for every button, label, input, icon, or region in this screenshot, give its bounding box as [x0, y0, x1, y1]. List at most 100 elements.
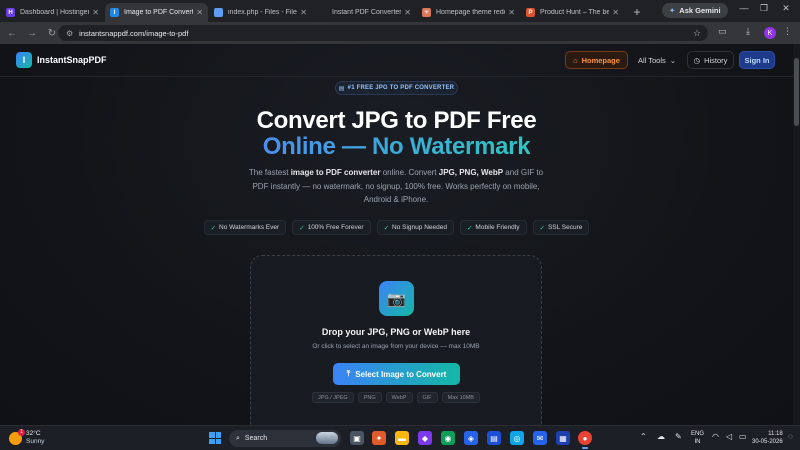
subtitle-bold: image to PDF converter: [290, 168, 381, 177]
notification-icon[interactable]: ◌: [788, 432, 793, 441]
app-launcher-icon[interactable]: ✦: [372, 431, 386, 445]
weather-temp: 32°C: [26, 430, 41, 437]
mail-icon[interactable]: ✉: [533, 431, 547, 445]
minimize-icon[interactable]: —: [733, 3, 755, 13]
homepage-button[interactable]: ⌂ Homepage: [565, 51, 628, 69]
all-tools-dropdown[interactable]: All Tools ⌄: [634, 51, 680, 69]
select-image-button[interactable]: ⤒ Select Image to Convert: [333, 363, 460, 385]
address-bar[interactable]: ⚙ instantsnappdf.com/image-to-pdf ☆: [58, 25, 708, 41]
gemini-icon: ✦: [669, 6, 676, 15]
camera-icon: 📷: [379, 281, 414, 316]
format-tags: JPG / JPEG PNG WebP GIF Max 10MB: [251, 392, 541, 403]
subtitle-bold: JPG, PNG, WebP: [438, 168, 504, 177]
profile-avatar[interactable]: K: [764, 27, 776, 39]
sign-in-button[interactable]: Sign In: [739, 51, 775, 69]
search-highlight-icon: [316, 432, 338, 444]
back-icon[interactable]: ←: [4, 28, 20, 39]
homepage-label: Homepage: [581, 55, 620, 65]
tab-close-icon[interactable]: ✕: [404, 8, 411, 17]
feature-chip-label: Mobile Friendly: [475, 224, 520, 231]
file-explorer-icon[interactable]: ▬: [395, 431, 409, 445]
forward-icon[interactable]: →: [24, 28, 40, 39]
tab-close-icon[interactable]: ✕: [300, 8, 307, 17]
tab-favicon-icon: P: [526, 8, 535, 17]
browser-tab[interactable]: H Dashboard | Hostinger ✕: [1, 3, 104, 22]
page-scrollbar[interactable]: [793, 44, 800, 425]
site-header: I InstantSnapPDF ⌂ Homepage All Tools ⌄ …: [0, 44, 793, 77]
tab-close-icon[interactable]: ✕: [196, 8, 203, 17]
history-icon: ◷: [693, 55, 701, 65]
close-window-icon[interactable]: ✕: [775, 3, 797, 14]
edge-icon[interactable]: ◉: [441, 431, 455, 445]
site-logo[interactable]: I InstantSnapPDF: [16, 52, 107, 68]
tab-favicon-icon: [214, 8, 223, 17]
clock-date: 30-05-2026: [752, 438, 783, 445]
messenger-icon[interactable]: ◎: [510, 431, 524, 445]
store-icon[interactable]: ◈: [464, 431, 478, 445]
new-tab-button[interactable]: +: [629, 4, 645, 20]
dropzone-title: Drop your JPG, PNG or WebP here: [321, 327, 471, 337]
chevron-down-icon: ⌄: [669, 55, 677, 65]
language-indicator[interactable]: ENG IN: [691, 431, 704, 446]
tab-close-icon[interactable]: ✕: [508, 8, 515, 17]
upload-icon: ⤒: [346, 369, 351, 378]
feature-chip: ✓ No Watermarks Ever: [203, 220, 287, 235]
tab-favicon-icon: [318, 8, 327, 17]
browser-tab[interactable]: ✳ Homepage theme redes ✕: [417, 3, 520, 22]
copilot-icon[interactable]: ◆: [418, 431, 432, 445]
pen-icon[interactable]: ✎: [675, 432, 682, 441]
tray-overflow-icon[interactable]: ⌃: [640, 432, 647, 441]
tab-title: Homepage theme redes: [436, 9, 506, 16]
tab-close-icon[interactable]: ✕: [92, 8, 99, 17]
browser-toolbar: ← → ↻ ⚙ instantsnappdf.com/image-to-pdf …: [0, 22, 800, 44]
battery-icon[interactable]: ▭: [739, 432, 747, 441]
lang-bottom: IN: [694, 438, 701, 445]
history-button[interactable]: ◷ History: [687, 51, 734, 69]
page-viewport: I InstantSnapPDF ⌂ Homepage All Tools ⌄ …: [0, 44, 793, 425]
weather-widget[interactable]: 1 32°C Sunny: [9, 428, 44, 446]
feature-chip-label: 100% Free Forever: [307, 224, 364, 231]
wifi-icon[interactable]: ◠: [712, 432, 719, 441]
check-icon: ✓: [299, 224, 305, 232]
tab-title: Image to PDF Converter: [124, 9, 194, 16]
cloud-sync-icon[interactable]: ☁: [657, 432, 665, 441]
hero-badge: ▤ #1 FREE JPG TO PDF CONVERTER: [335, 81, 458, 95]
hero-badge-text: #1 FREE JPG TO PDF CONVERTER: [347, 85, 455, 91]
hero-subtitle: The fastest image to PDF converter onlin…: [246, 166, 546, 207]
clock-time: 11:18: [768, 431, 783, 437]
chrome-icon[interactable]: ●: [578, 431, 592, 449]
browser-tab[interactable]: P Product Hunt – The bes ✕: [521, 3, 624, 22]
restore-icon[interactable]: ❐: [753, 3, 775, 14]
browser-menu-icon[interactable]: ⋮: [783, 26, 792, 37]
downloads-icon[interactable]: ⤓: [746, 26, 750, 37]
headline-line-2: Online — No Watermark: [0, 133, 793, 161]
taskbar-search[interactable]: ⌕ Search: [229, 430, 341, 447]
teams-icon[interactable]: ▤: [487, 431, 501, 445]
search-label: Search: [244, 435, 268, 442]
select-image-label: Select Image to Convert: [355, 369, 447, 379]
tab-favicon-icon: I: [110, 8, 119, 17]
url-text: instantsnappdf.com/image-to-pdf: [79, 28, 189, 38]
browser-tab[interactable]: I Image to PDF Converter ✕: [105, 3, 208, 22]
scrollbar-thumb[interactable]: [794, 58, 799, 126]
check-icon: ✓: [210, 224, 217, 232]
tab-title: Product Hunt – The bes: [540, 9, 610, 16]
tab-close-icon[interactable]: ✕: [612, 8, 619, 17]
ask-gemini-button[interactable]: ✦ Ask Gemini: [662, 3, 728, 18]
task-view-icon[interactable]: ▣: [350, 431, 364, 445]
subtitle-part: online. Convert: [380, 168, 439, 177]
system-clock[interactable]: 11:18 30-05-2026: [752, 431, 783, 446]
site-info-icon[interactable]: ⚙: [66, 29, 73, 38]
browser-tab[interactable]: index.php - Files - File ✕: [209, 3, 312, 22]
feature-chip: ✓ 100% Free Forever: [292, 220, 371, 235]
headline-line-1: Convert JPG to PDF Free: [256, 107, 537, 134]
cast-icon[interactable]: ▭: [718, 26, 727, 37]
volume-icon[interactable]: ◁: [726, 432, 732, 441]
bookmark-star-icon[interactable]: ☆: [693, 28, 701, 39]
windows-taskbar: 1 32°C Sunny ⌕ Search ▣ ✦ ▬ ◆ ◉ ◈ ▤ ◎ ✉ …: [0, 425, 800, 450]
feature-chip: ✓ No Signup Needed: [376, 220, 454, 235]
browser-tab[interactable]: Instant PDF Converter ✕: [313, 3, 416, 22]
photos-icon[interactable]: ▦: [556, 431, 570, 445]
upload-dropzone[interactable]: 📷 Drop your JPG, PNG or WebP here Or cli…: [250, 255, 542, 425]
start-button[interactable]: [209, 432, 221, 444]
